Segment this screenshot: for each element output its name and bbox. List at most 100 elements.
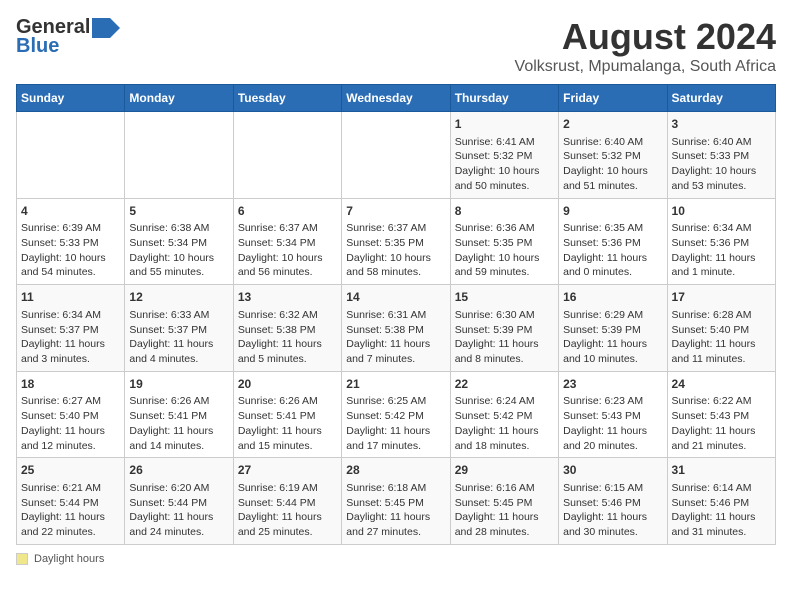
day-info: and 3 minutes.: [21, 352, 120, 367]
calendar-day-header: Friday: [559, 85, 667, 112]
day-info: Daylight: 11 hours: [455, 510, 554, 525]
footer: Daylight hours: [16, 553, 776, 565]
calendar-week-row: 11Sunrise: 6:34 AMSunset: 5:37 PMDayligh…: [17, 285, 776, 372]
day-number: 3: [672, 116, 771, 133]
day-info: and 30 minutes.: [563, 525, 662, 540]
day-info: Daylight: 11 hours: [21, 424, 120, 439]
day-info: Sunrise: 6:21 AM: [21, 481, 120, 496]
day-number: 5: [129, 203, 228, 220]
day-info: Sunset: 5:40 PM: [21, 409, 120, 424]
calendar-day-cell: [125, 112, 233, 199]
calendar-day-cell: 26Sunrise: 6:20 AMSunset: 5:44 PMDayligh…: [125, 458, 233, 545]
day-info: Sunrise: 6:25 AM: [346, 394, 445, 409]
calendar-day-cell: 16Sunrise: 6:29 AMSunset: 5:39 PMDayligh…: [559, 285, 667, 372]
day-info: Sunset: 5:39 PM: [563, 323, 662, 338]
day-number: 25: [21, 462, 120, 479]
day-info: Sunset: 5:43 PM: [563, 409, 662, 424]
day-info: Sunrise: 6:15 AM: [563, 481, 662, 496]
day-info: Sunrise: 6:32 AM: [238, 308, 337, 323]
day-info: and 7 minutes.: [346, 352, 445, 367]
calendar-day-cell: 6Sunrise: 6:37 AMSunset: 5:34 PMDaylight…: [233, 198, 341, 285]
day-info: Sunrise: 6:26 AM: [238, 394, 337, 409]
day-number: 8: [455, 203, 554, 220]
calendar-day-cell: 27Sunrise: 6:19 AMSunset: 5:44 PMDayligh…: [233, 458, 341, 545]
calendar-day-cell: 8Sunrise: 6:36 AMSunset: 5:35 PMDaylight…: [450, 198, 558, 285]
day-info: Sunrise: 6:16 AM: [455, 481, 554, 496]
day-info: Sunset: 5:32 PM: [455, 149, 554, 164]
day-info: Sunset: 5:35 PM: [455, 236, 554, 251]
day-info: Daylight: 10 hours: [563, 164, 662, 179]
day-info: Daylight: 11 hours: [21, 510, 120, 525]
calendar-body: 1Sunrise: 6:41 AMSunset: 5:32 PMDaylight…: [17, 112, 776, 545]
calendar-week-row: 1Sunrise: 6:41 AMSunset: 5:32 PMDaylight…: [17, 112, 776, 199]
day-info: Sunrise: 6:39 AM: [21, 221, 120, 236]
calendar-day-header: Tuesday: [233, 85, 341, 112]
day-info: Sunrise: 6:40 AM: [672, 135, 771, 150]
day-info: Daylight: 10 hours: [238, 251, 337, 266]
day-info: Sunset: 5:38 PM: [238, 323, 337, 338]
day-info: Daylight: 11 hours: [672, 337, 771, 352]
day-info: Sunset: 5:32 PM: [563, 149, 662, 164]
day-info: Sunrise: 6:24 AM: [455, 394, 554, 409]
calendar-week-row: 4Sunrise: 6:39 AMSunset: 5:33 PMDaylight…: [17, 198, 776, 285]
calendar-day-cell: 12Sunrise: 6:33 AMSunset: 5:37 PMDayligh…: [125, 285, 233, 372]
calendar-day-cell: 20Sunrise: 6:26 AMSunset: 5:41 PMDayligh…: [233, 371, 341, 458]
day-info: Daylight: 11 hours: [21, 337, 120, 352]
day-info: Daylight: 10 hours: [21, 251, 120, 266]
day-info: and 27 minutes.: [346, 525, 445, 540]
day-info: and 5 minutes.: [238, 352, 337, 367]
main-title: August 2024: [515, 16, 776, 58]
day-info: and 10 minutes.: [563, 352, 662, 367]
calendar-week-row: 18Sunrise: 6:27 AMSunset: 5:40 PMDayligh…: [17, 371, 776, 458]
day-info: Sunrise: 6:18 AM: [346, 481, 445, 496]
day-info: Sunset: 5:36 PM: [563, 236, 662, 251]
day-info: and 51 minutes.: [563, 179, 662, 194]
calendar-day-cell: 22Sunrise: 6:24 AMSunset: 5:42 PMDayligh…: [450, 371, 558, 458]
day-info: and 15 minutes.: [238, 439, 337, 454]
day-info: Sunset: 5:42 PM: [455, 409, 554, 424]
day-info: and 59 minutes.: [455, 265, 554, 280]
day-info: Daylight: 10 hours: [455, 164, 554, 179]
day-info: and 28 minutes.: [455, 525, 554, 540]
day-info: and 18 minutes.: [455, 439, 554, 454]
day-info: Daylight: 10 hours: [129, 251, 228, 266]
calendar-day-cell: 3Sunrise: 6:40 AMSunset: 5:33 PMDaylight…: [667, 112, 775, 199]
day-info: Sunrise: 6:37 AM: [238, 221, 337, 236]
day-info: Sunset: 5:46 PM: [672, 496, 771, 511]
day-info: and 20 minutes.: [563, 439, 662, 454]
calendar-day-cell: 23Sunrise: 6:23 AMSunset: 5:43 PMDayligh…: [559, 371, 667, 458]
day-number: 27: [238, 462, 337, 479]
day-info: Daylight: 11 hours: [563, 251, 662, 266]
day-info: Sunrise: 6:30 AM: [455, 308, 554, 323]
day-info: Daylight: 11 hours: [672, 510, 771, 525]
day-info: Sunrise: 6:34 AM: [672, 221, 771, 236]
day-number: 22: [455, 376, 554, 393]
day-info: and 55 minutes.: [129, 265, 228, 280]
calendar-day-cell: 25Sunrise: 6:21 AMSunset: 5:44 PMDayligh…: [17, 458, 125, 545]
calendar-day-header: Thursday: [450, 85, 558, 112]
day-info: Sunrise: 6:38 AM: [129, 221, 228, 236]
day-info: Daylight: 11 hours: [238, 424, 337, 439]
calendar-day-cell: 4Sunrise: 6:39 AMSunset: 5:33 PMDaylight…: [17, 198, 125, 285]
calendar-week-row: 25Sunrise: 6:21 AMSunset: 5:44 PMDayligh…: [17, 458, 776, 545]
day-info: Daylight: 11 hours: [563, 337, 662, 352]
calendar-day-cell: 18Sunrise: 6:27 AMSunset: 5:40 PMDayligh…: [17, 371, 125, 458]
day-info: and 4 minutes.: [129, 352, 228, 367]
day-info: Sunrise: 6:28 AM: [672, 308, 771, 323]
calendar-day-cell: 30Sunrise: 6:15 AMSunset: 5:46 PMDayligh…: [559, 458, 667, 545]
calendar-day-cell: 5Sunrise: 6:38 AMSunset: 5:34 PMDaylight…: [125, 198, 233, 285]
day-info: Daylight: 11 hours: [346, 510, 445, 525]
day-number: 4: [21, 203, 120, 220]
subtitle: Volksrust, Mpumalanga, South Africa: [515, 58, 776, 76]
day-info: and 25 minutes.: [238, 525, 337, 540]
calendar-day-cell: 7Sunrise: 6:37 AMSunset: 5:35 PMDaylight…: [342, 198, 450, 285]
day-info: Sunset: 5:46 PM: [563, 496, 662, 511]
day-info: Sunset: 5:38 PM: [346, 323, 445, 338]
day-info: Daylight: 10 hours: [672, 164, 771, 179]
day-info: Sunset: 5:33 PM: [21, 236, 120, 251]
calendar-day-cell: 29Sunrise: 6:16 AMSunset: 5:45 PMDayligh…: [450, 458, 558, 545]
day-number: 15: [455, 289, 554, 306]
logo-blue: Blue: [16, 35, 59, 58]
calendar-day-cell: 19Sunrise: 6:26 AMSunset: 5:41 PMDayligh…: [125, 371, 233, 458]
day-number: 24: [672, 376, 771, 393]
